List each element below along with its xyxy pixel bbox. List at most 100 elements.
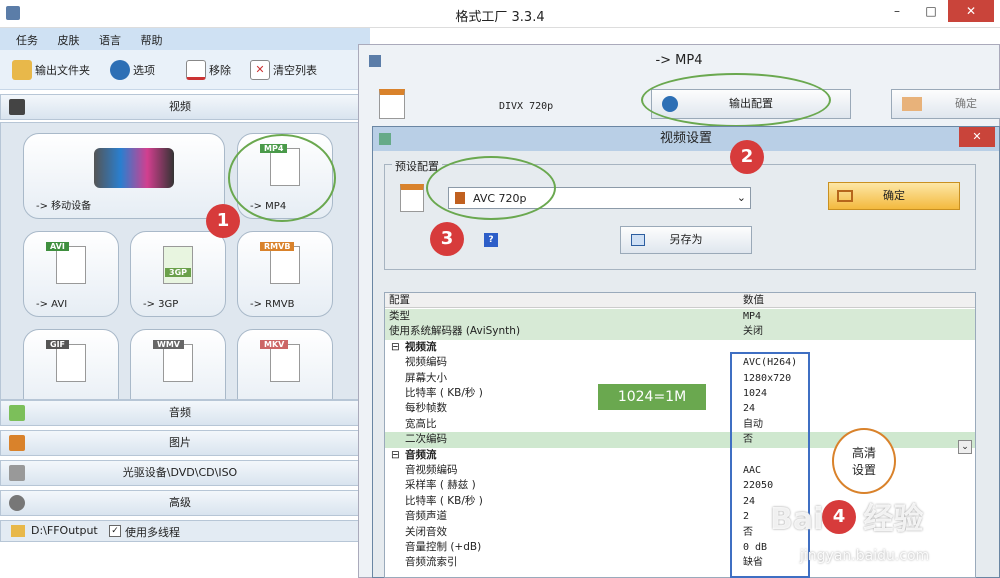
settings-ok-button[interactable]: 确定 bbox=[828, 182, 960, 210]
format-rmvb[interactable]: RMVB -> RMVB bbox=[237, 231, 333, 317]
annotation-3: 3 bbox=[430, 222, 464, 256]
category-advanced-label: 高级 bbox=[169, 496, 191, 509]
status-bar: D:\FFOutput ✓ 使用多线程 bbox=[0, 520, 360, 542]
row-value: MP4 bbox=[743, 311, 762, 322]
format-wmv[interactable]: WMV bbox=[130, 329, 226, 399]
convert-ok-label: 确定 bbox=[955, 97, 977, 110]
convert-ok-button[interactable]: 确定 bbox=[891, 89, 1000, 119]
wmv-tag: WMV bbox=[153, 340, 184, 349]
output-folder-label: 输出文件夹 bbox=[35, 64, 90, 77]
multithread-checkbox[interactable]: ✓ bbox=[109, 525, 121, 537]
preset-highlight bbox=[426, 156, 556, 220]
video-settings-title: 视频设置 bbox=[373, 127, 999, 151]
row-key: 屏幕大小 bbox=[405, 371, 447, 384]
remove-icon bbox=[186, 60, 206, 80]
mp4-highlight bbox=[228, 134, 336, 222]
minimize-button[interactable]: – bbox=[880, 0, 914, 22]
column-value: 数值 bbox=[743, 294, 764, 306]
row-key: 比特率 ( KB/秒 ) bbox=[405, 387, 483, 399]
table-row[interactable]: ⊟ 视频流 bbox=[385, 340, 975, 355]
menu-bar: 任务 皮肤 语言 帮助 bbox=[0, 28, 370, 50]
close-button[interactable]: ✕ bbox=[948, 0, 994, 22]
clear-list-icon: ✕ bbox=[250, 60, 270, 80]
folder-icon bbox=[12, 60, 32, 80]
options-button[interactable]: 选项 bbox=[110, 58, 155, 82]
output-config-highlight bbox=[641, 73, 831, 127]
convert-dialog-title: -> MP4 bbox=[655, 53, 703, 68]
row-key: 采样率 ( 赫兹 ) bbox=[405, 479, 476, 492]
row-key: 使用系统解码器 (AviSynth) bbox=[389, 325, 521, 338]
category-image[interactable]: 图片 bbox=[0, 430, 360, 456]
row-key: 比特率 ( KB/秒 ) bbox=[405, 494, 483, 507]
category-video[interactable]: 视频 bbox=[0, 94, 360, 120]
annotation-2: 2 bbox=[730, 140, 764, 174]
clear-list-label: 清空列表 bbox=[273, 64, 317, 77]
watermark: Bai 经验 bbox=[770, 494, 923, 538]
category-audio-label: 音频 bbox=[169, 406, 191, 419]
table-row[interactable]: 宽高比 自动 bbox=[385, 417, 975, 432]
gear-icon bbox=[110, 60, 130, 80]
toolbar: 输出文件夹 选项 移除 ✕ 清空列表 bbox=[0, 50, 370, 90]
category-disc[interactable]: 光驱设备\DVD\CD\ISO bbox=[0, 460, 360, 486]
table-row[interactable]: 视频编码 AVC(H264) bbox=[385, 355, 975, 370]
menu-language[interactable]: 语言 bbox=[91, 28, 129, 48]
hd-note-line2: 设置 bbox=[851, 463, 876, 477]
video-settings-close[interactable]: ✕ bbox=[959, 127, 995, 147]
row-key: 音频流索引 bbox=[405, 556, 458, 569]
save-as-label: 另存为 bbox=[669, 233, 703, 246]
format-3gp-label: -> 3GP bbox=[143, 299, 179, 310]
table-row[interactable]: 类型 MP4 bbox=[385, 309, 975, 325]
row-key: 关闭音效 bbox=[405, 525, 447, 538]
settings-ok-arrow-icon bbox=[837, 190, 853, 202]
save-as-button[interactable]: 另存为 bbox=[620, 226, 752, 254]
format-3gp[interactable]: 3GP -> 3GP bbox=[130, 231, 226, 317]
format-mkv[interactable]: MKV bbox=[237, 329, 333, 399]
watermark-brand: Bai bbox=[770, 502, 824, 537]
menu-help[interactable]: 帮助 bbox=[133, 28, 171, 48]
menu-skin[interactable]: 皮肤 bbox=[50, 28, 88, 48]
options-label: 选项 bbox=[133, 64, 155, 77]
output-folder-button[interactable]: 输出文件夹 bbox=[12, 58, 90, 82]
collapse-icon[interactable]: ⊟ bbox=[391, 448, 400, 463]
avi-tag: AVI bbox=[46, 242, 69, 251]
format-mobile-label: -> 移动设备 bbox=[36, 201, 92, 212]
help-icon[interactable]: ? bbox=[484, 233, 498, 247]
category-audio[interactable]: 音频 bbox=[0, 400, 360, 426]
clear-list-button[interactable]: ✕ 清空列表 bbox=[250, 58, 317, 82]
mobile-device-icon bbox=[94, 148, 174, 188]
collapse-icon[interactable]: ⊟ bbox=[391, 340, 400, 355]
category-image-label: 图片 bbox=[169, 436, 191, 449]
table-row[interactable]: 使用系统解码器 (AviSynth) 关闭 bbox=[385, 324, 975, 340]
menu-task[interactable]: 任务 bbox=[8, 28, 46, 48]
row-key: 类型 bbox=[389, 310, 410, 322]
row-key: 视频流 bbox=[405, 340, 437, 353]
remove-button[interactable]: 移除 bbox=[186, 58, 231, 82]
format-avi[interactable]: AVI -> AVI bbox=[23, 231, 119, 317]
output-folder-status-icon bbox=[11, 525, 25, 537]
watermark-brand2: 经验 bbox=[863, 502, 924, 537]
hd-note-bubble: 高清 设置 bbox=[832, 428, 896, 494]
output-path[interactable]: D:\FFOutput bbox=[31, 524, 98, 537]
music-icon bbox=[9, 405, 25, 421]
format-mobile[interactable]: -> 移动设备 bbox=[23, 133, 225, 219]
format-gif[interactable]: GIF bbox=[23, 329, 119, 399]
watermark-url: jingyan.baidu.com bbox=[800, 548, 930, 564]
preset-mp4-small-icon bbox=[400, 184, 424, 212]
gif-tag: GIF bbox=[46, 340, 70, 349]
gif-file-icon bbox=[56, 344, 86, 382]
avi-file-icon bbox=[56, 246, 86, 284]
row-key: 视频编码 bbox=[405, 356, 447, 369]
row-key: 音频流 bbox=[405, 448, 437, 461]
3gp-file-icon bbox=[163, 246, 193, 284]
row-key: 音视频编码 bbox=[405, 464, 458, 476]
film-icon bbox=[9, 99, 25, 115]
rmvb-file-icon bbox=[270, 246, 300, 284]
category-advanced[interactable]: 高级 bbox=[0, 490, 360, 516]
value-column-highlight bbox=[730, 352, 810, 578]
maximize-button[interactable]: □ bbox=[914, 0, 948, 22]
window-title: 格式工厂 3.3.4 bbox=[455, 10, 545, 25]
preset-name: DIVX 720p bbox=[499, 101, 554, 112]
dropdown-button[interactable]: ⌄ bbox=[958, 440, 972, 454]
mkv-tag: MKV bbox=[260, 340, 289, 349]
advanced-gear-icon bbox=[9, 495, 25, 511]
